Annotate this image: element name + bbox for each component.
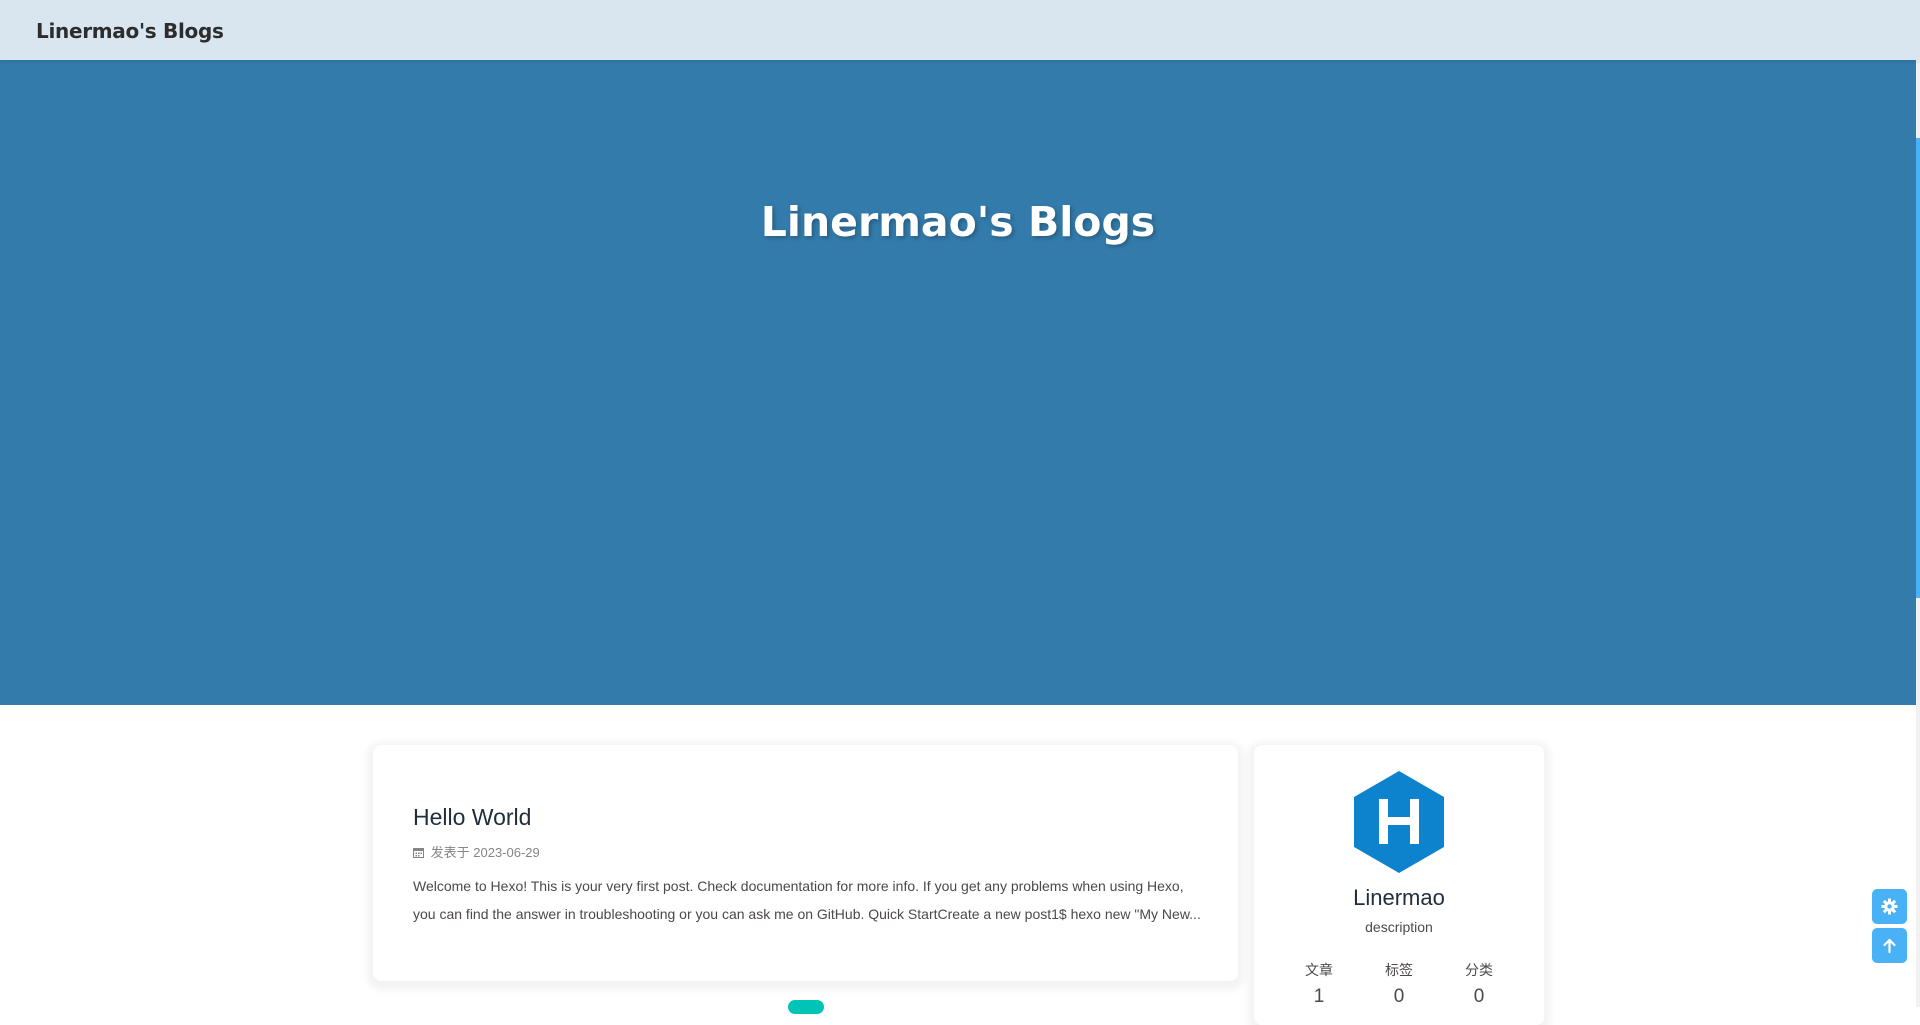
stat-tags[interactable]: 标签 0 (1359, 960, 1439, 1008)
arrow-up-icon (1883, 938, 1896, 954)
site-name-link[interactable]: Linermao's Blogs (36, 19, 224, 43)
pagination-indicator[interactable] (788, 1000, 824, 1014)
hero-banner: Linermao's Blogs (0, 60, 1916, 733)
stat-posts-label: 文章 (1305, 963, 1333, 979)
scrollbar-thumb[interactable] (1916, 138, 1920, 598)
chevron-down-icon (948, 721, 968, 733)
settings-button[interactable] (1872, 889, 1907, 924)
stat-posts[interactable]: 文章 1 (1279, 960, 1359, 1008)
post-meta: 发表于 2023-06-29 (413, 842, 540, 861)
stat-posts-count: 1 (1313, 986, 1325, 1007)
author-info-card: Linermao description 文章 1 标签 0 分类 0 (1254, 745, 1544, 1025)
calendar-icon (413, 848, 424, 858)
author-description: description (1365, 919, 1433, 935)
stat-tags-count: 0 (1393, 986, 1405, 1007)
navbar: Linermao's Blogs (0, 0, 1920, 60)
post-excerpt: Welcome to Hexo! This is your very first… (413, 878, 1201, 922)
post-card[interactable]: Hello World 发表于 2023-06-29 Welcome to He… (373, 745, 1238, 981)
hero-title: Linermao's Blogs (760, 198, 1156, 246)
back-to-top-button[interactable] (1872, 928, 1907, 963)
avatar[interactable] (1352, 769, 1446, 873)
gear-icon (1881, 898, 1898, 915)
post-date: 2023-06-29 (473, 845, 540, 860)
scroll-down-button[interactable] (943, 716, 973, 738)
stat-tags-label: 标签 (1385, 963, 1413, 979)
stat-categories-count: 0 (1473, 986, 1485, 1007)
post-title[interactable]: Hello World (413, 804, 531, 831)
stat-categories[interactable]: 分类 0 (1439, 960, 1519, 1008)
author-name: Linermao (1353, 885, 1445, 910)
post-meta-label: 发表于 (430, 845, 470, 860)
stat-categories-label: 分类 (1465, 963, 1493, 979)
